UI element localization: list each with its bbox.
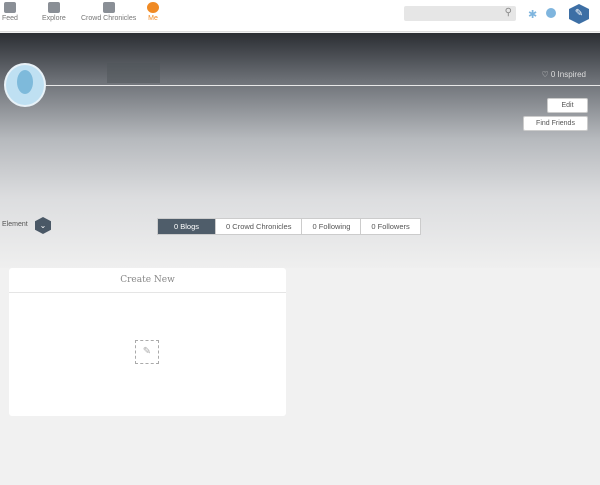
search-icon[interactable]: ⚲ (505, 7, 512, 18)
create-new-card: Create New ✎ (9, 268, 286, 416)
tab-crowd-chronicles[interactable]: 0 Crowd Chronicles (215, 219, 301, 234)
chevron-down-icon: ⌄ (39, 221, 47, 230)
people-icon (102, 2, 115, 13)
butterfly-icon (3, 2, 16, 13)
nav-me[interactable]: Me (147, 2, 159, 22)
avatar[interactable] (4, 63, 46, 107)
card-title: Create New (9, 268, 286, 293)
search-input[interactable]: ⚲ (404, 6, 516, 21)
nav-label: Explore (42, 15, 66, 22)
nav-label: Feed (2, 15, 18, 22)
heart-icon: ♡ (541, 70, 551, 79)
top-bar: Feed Explore Crowd Chronicles Me ⚲ ✱ ✎ (0, 0, 600, 32)
inspired-label: 0 Inspired (550, 70, 586, 79)
write-button[interactable]: ✎ (569, 4, 589, 24)
feather-icon: ✎ (574, 8, 584, 19)
nav-feed[interactable]: Feed (2, 2, 18, 22)
edit-button[interactable]: Edit (547, 98, 588, 113)
element-label: Element (2, 221, 28, 228)
tab-following[interactable]: 0 Following (301, 219, 360, 234)
person-icon (147, 2, 159, 13)
profile-name (107, 63, 160, 83)
inspired-count[interactable]: ♡ 0 Inspired (541, 70, 586, 79)
nav-label: Crowd Chronicles (81, 15, 137, 22)
find-friends-button[interactable]: Find Friends (523, 116, 588, 131)
tab-followers[interactable]: 0 Followers (360, 219, 419, 234)
nav-label: Me (148, 15, 158, 22)
binoculars-icon (47, 2, 60, 13)
create-new-button[interactable]: ✎ (135, 340, 159, 364)
nav-crowd-chronicles[interactable]: Crowd Chronicles (81, 2, 136, 22)
globe-icon[interactable] (546, 8, 556, 18)
tab-blogs[interactable]: 0 Blogs (158, 219, 216, 234)
gear-icon[interactable]: ✱ (528, 8, 537, 21)
feather-icon: ✎ (142, 346, 152, 357)
nav-explore[interactable]: Explore (42, 2, 66, 22)
profile-tabs: 0 Blogs 0 Crowd Chronicles 0 Following 0… (157, 218, 421, 235)
divider (44, 85, 600, 86)
